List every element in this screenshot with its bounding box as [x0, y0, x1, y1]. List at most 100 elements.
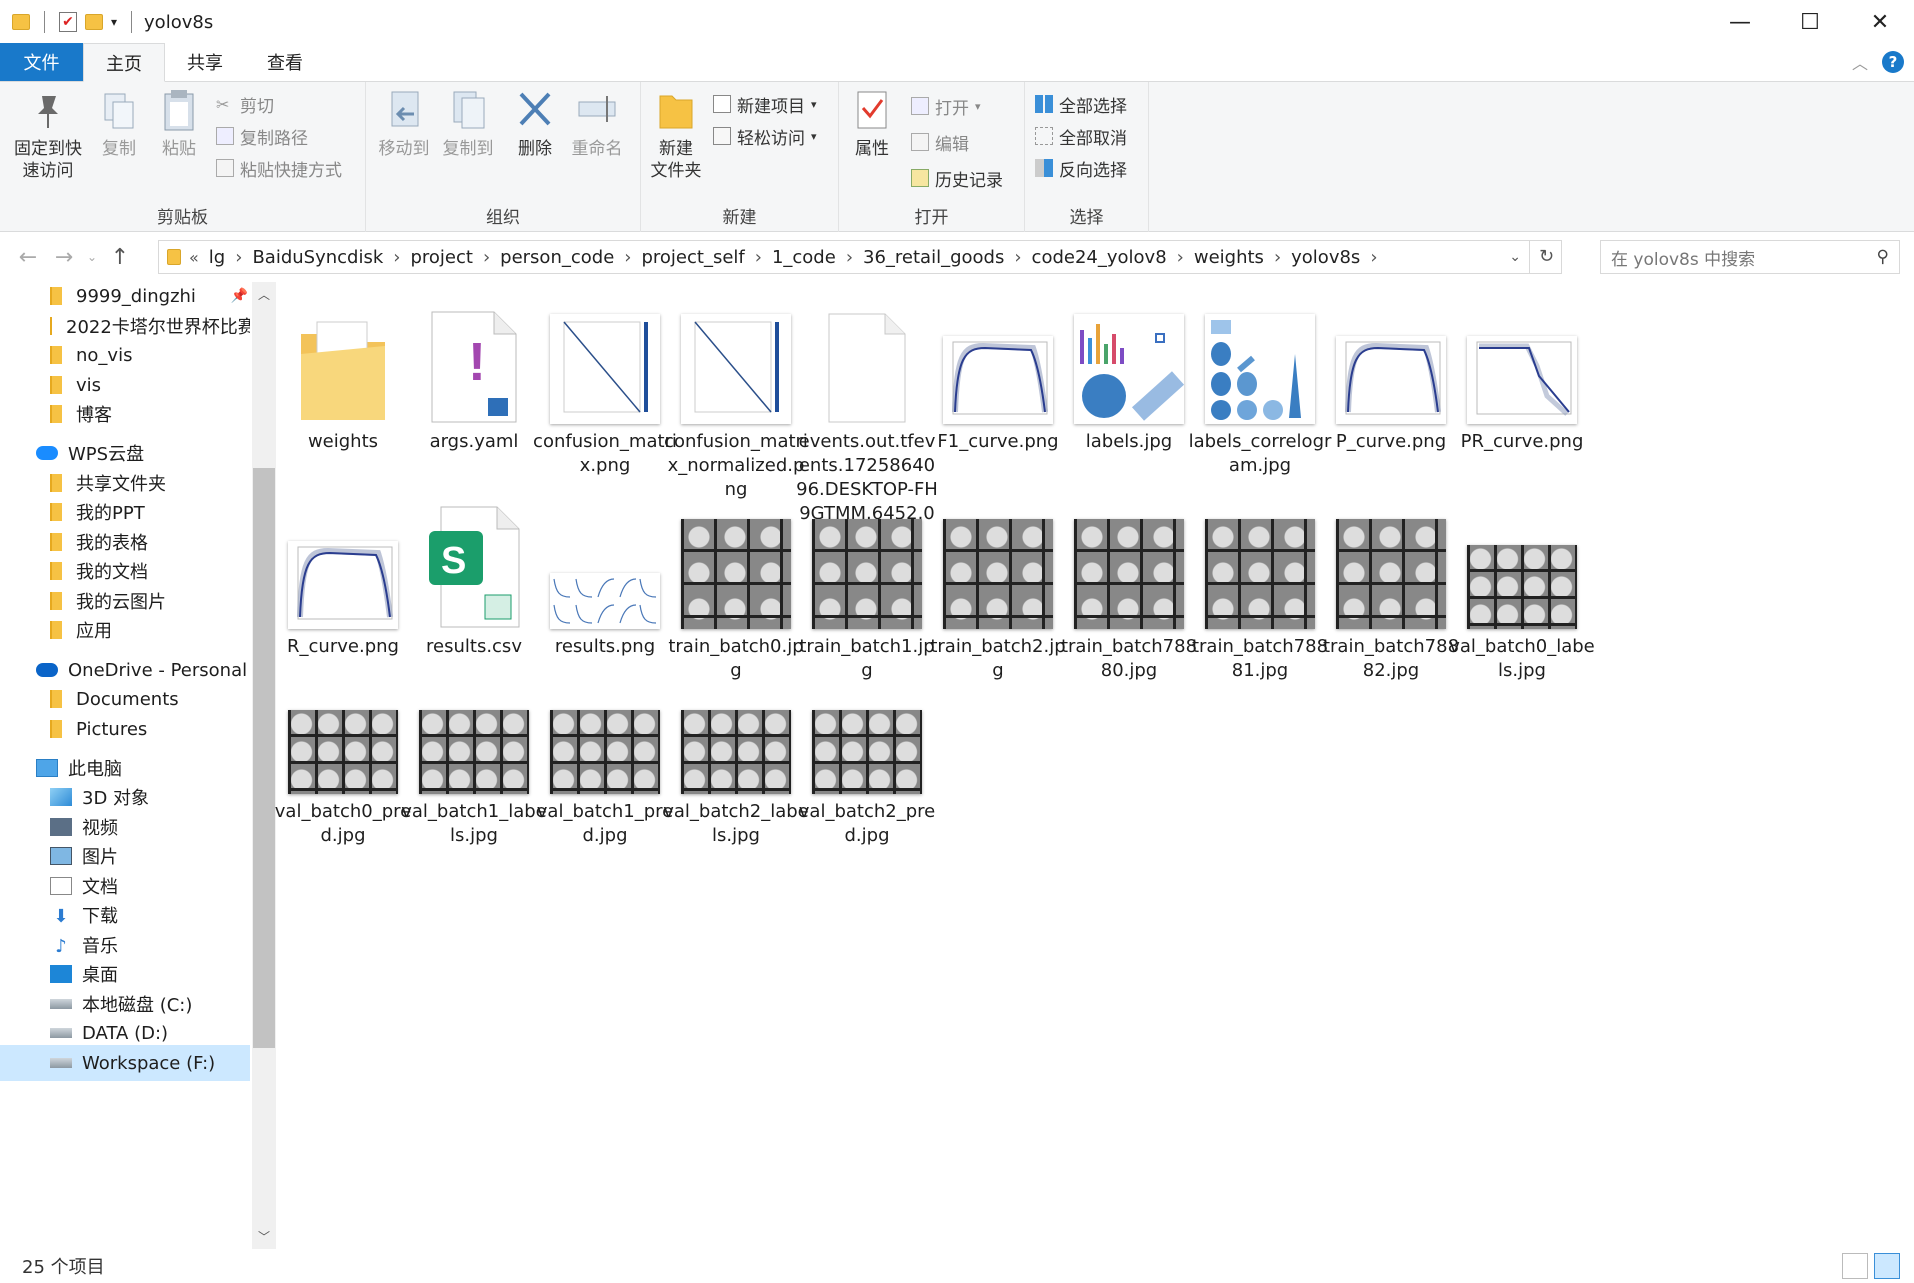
paste-shortcut-button[interactable]: 粘贴快捷方式: [216, 154, 342, 182]
pin-icon[interactable]: 📌: [231, 288, 248, 304]
new-folder-button[interactable]: 新建 文件夹: [647, 88, 705, 182]
breadcrumb-item[interactable]: code24_yolov8: [1022, 247, 1177, 268]
file-item[interactable]: results.png: [530, 487, 680, 659]
file-item[interactable]: labels_correlogram.jpg: [1185, 282, 1335, 478]
breadcrumb-item[interactable]: lg: [199, 247, 235, 268]
close-button[interactable]: ✕: [1845, 0, 1914, 44]
select-all-button[interactable]: 全部选择: [1035, 90, 1127, 118]
edit-button[interactable]: 编辑: [911, 128, 969, 156]
breadcrumb-separator-icon[interactable]: ›: [846, 247, 853, 268]
file-item[interactable]: train_batch78880.jpg: [1054, 487, 1204, 683]
breadcrumb-item[interactable]: weights: [1184, 247, 1274, 268]
file-item[interactable]: val_batch1_pred.jpg: [530, 652, 680, 848]
file-item[interactable]: R_curve.png: [268, 487, 418, 659]
file-item[interactable]: val_batch1_labels.jpg: [399, 652, 549, 848]
breadcrumb-item[interactable]: project: [400, 247, 482, 268]
sidebar-item[interactable]: Workspace (F:): [0, 1045, 250, 1081]
tab-view[interactable]: 查看: [245, 43, 325, 81]
breadcrumb-separator-icon[interactable]: ›: [1014, 247, 1021, 268]
file-item[interactable]: P_curve.png: [1316, 282, 1466, 454]
back-arrow-icon[interactable]: ←: [10, 245, 46, 270]
refresh-icon[interactable]: ↻: [1529, 241, 1563, 273]
address-bar[interactable]: « lg › BaiduSyncdisk › project › person_code › p…: [158, 240, 1562, 274]
sidebar-item[interactable]: Pictures: [0, 711, 250, 747]
file-item[interactable]: ! args.yaml: [399, 282, 549, 454]
customize-toolbar-icon[interactable]: ▾: [111, 15, 117, 29]
file-item[interactable]: confusion_matrix_normalized.png: [661, 282, 811, 502]
easy-access-button[interactable]: 轻松访问 ▾: [713, 122, 817, 150]
file-item[interactable]: F1_curve.png: [923, 282, 1073, 454]
breadcrumb-separator-icon[interactable]: ›: [1177, 247, 1184, 268]
breadcrumb-item[interactable]: BaiduSyncdisk: [242, 247, 393, 268]
search-icon[interactable]: ⚲: [1877, 247, 1889, 267]
overflow-crumb[interactable]: «: [189, 248, 199, 267]
scroll-down-icon[interactable]: ﹀: [258, 1228, 270, 1245]
forward-arrow-icon[interactable]: →: [46, 245, 82, 270]
search-input[interactable]: 在 yolov8s 中搜索 ⚲: [1600, 240, 1900, 274]
sidebar-item-label: 我的文档: [76, 562, 148, 583]
sidebar-item[interactable]: 应用: [0, 612, 250, 648]
paste-button[interactable]: 粘贴: [154, 88, 204, 160]
breadcrumb-separator-icon[interactable]: ›: [393, 247, 400, 268]
copy-path-button[interactable]: 复制路径: [216, 122, 308, 150]
new-item-button[interactable]: 新建项目 ▾: [713, 90, 817, 118]
breadcrumb-separator-icon[interactable]: ›: [624, 247, 631, 268]
file-item[interactable]: labels.jpg: [1054, 282, 1204, 454]
sidebar-item-label: WPS云盘: [68, 444, 145, 465]
file-item[interactable]: train_batch78881.jpg: [1185, 487, 1335, 683]
details-view-button[interactable]: [1842, 1253, 1868, 1279]
pin-quick-access-button[interactable]: 固定到快 速访问: [8, 88, 88, 182]
recent-locations-icon[interactable]: ⌄: [82, 250, 102, 264]
breadcrumb-separator-icon[interactable]: ›: [1370, 247, 1377, 268]
large-icons-view-button[interactable]: [1874, 1253, 1900, 1279]
copy-button[interactable]: 复制: [94, 88, 144, 160]
rename-button[interactable]: 重命名: [566, 88, 628, 160]
file-item[interactable]: train_batch2.jpg: [923, 487, 1073, 683]
maximize-button[interactable]: ☐: [1775, 0, 1845, 44]
copy-to-button[interactable]: 复制到: [438, 88, 498, 160]
file-thumbnail: [923, 282, 1073, 424]
up-arrow-icon[interactable]: ↑: [102, 245, 138, 270]
sidebar-item[interactable]: 博客: [0, 396, 250, 432]
properties-button[interactable]: 属性: [847, 88, 897, 160]
open-button[interactable]: 打开 ▾: [911, 92, 981, 120]
properties-quick-icon[interactable]: ✔: [59, 12, 77, 32]
delete-button[interactable]: 删除: [510, 88, 560, 160]
invert-selection-label: 反向选择: [1059, 160, 1127, 181]
minimize-button[interactable]: —: [1705, 0, 1775, 44]
file-item[interactable]: val_batch2_pred.jpg: [792, 652, 942, 848]
tab-share[interactable]: 共享: [165, 43, 245, 81]
file-item[interactable]: PR_curve.png: [1447, 282, 1597, 454]
file-item[interactable]: Sresults.csv: [399, 487, 549, 659]
invert-selection-button[interactable]: 反向选择: [1035, 154, 1127, 182]
breadcrumb-item[interactable]: 1_code: [762, 247, 846, 268]
breadcrumb-separator-icon[interactable]: ›: [235, 247, 242, 268]
history-icon: [911, 169, 929, 187]
file-item[interactable]: weights: [268, 282, 418, 454]
folder-icon: [50, 533, 62, 551]
new-folder-quick-icon[interactable]: [85, 14, 103, 30]
tab-file[interactable]: 文件: [0, 43, 83, 81]
breadcrumb-item[interactable]: yolov8s: [1281, 247, 1370, 268]
move-to-button[interactable]: 移动到: [374, 88, 434, 160]
breadcrumb-separator-icon[interactable]: ›: [1274, 247, 1281, 268]
file-item[interactable]: val_batch0_labels.jpg: [1447, 487, 1597, 683]
collapse-ribbon-icon[interactable]: ︿: [1852, 50, 1868, 74]
download-icon: ⬇: [53, 906, 69, 927]
file-item[interactable]: confusion_matrix.png: [530, 282, 680, 478]
breadcrumb-item[interactable]: 36_retail_goods: [853, 247, 1014, 268]
breadcrumb-separator-icon[interactable]: ›: [755, 247, 762, 268]
tab-home[interactable]: 主页: [83, 43, 165, 82]
help-icon[interactable]: ?: [1882, 51, 1904, 73]
select-none-button[interactable]: 全部取消: [1035, 122, 1127, 150]
breadcrumb-separator-icon[interactable]: ›: [483, 247, 490, 268]
history-button[interactable]: 历史记录: [911, 164, 1003, 192]
file-item[interactable]: val_batch0_pred.jpg: [268, 652, 418, 848]
breadcrumb-item[interactable]: person_code: [490, 247, 624, 268]
breadcrumb-item[interactable]: project_self: [631, 247, 754, 268]
address-dropdown-icon[interactable]: ⌄: [1509, 249, 1521, 265]
cut-button[interactable]: ✂ 剪切: [216, 90, 274, 118]
file-item[interactable]: train_batch78882.jpg: [1316, 487, 1466, 683]
sidebar-item-label: 我的表格: [76, 533, 148, 554]
file-item[interactable]: val_batch2_labels.jpg: [661, 652, 811, 848]
